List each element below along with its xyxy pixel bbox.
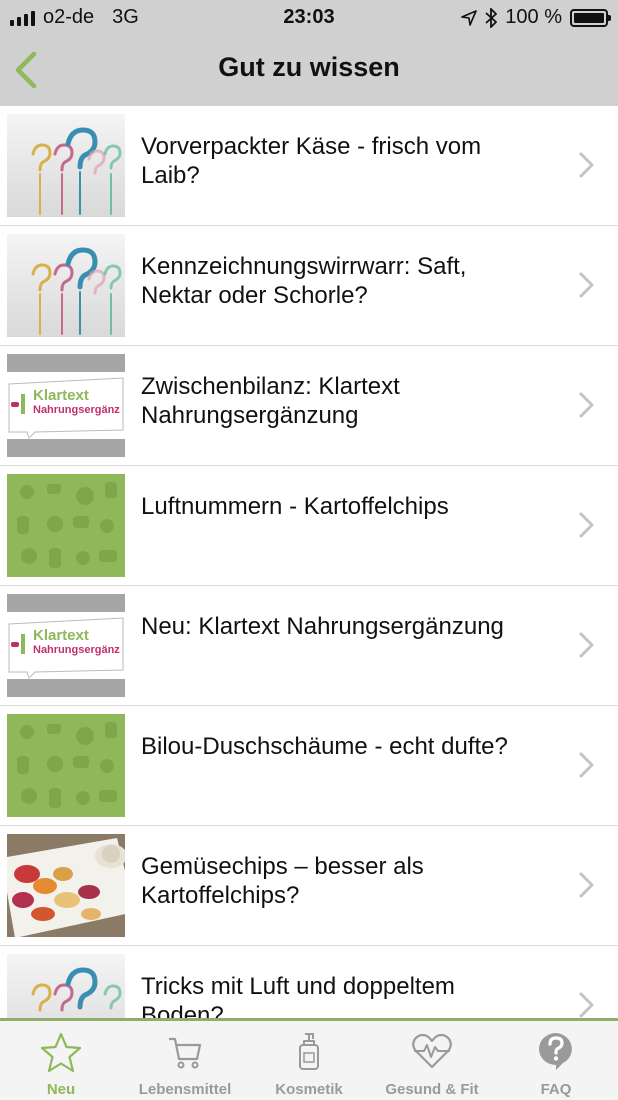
bluetooth-icon (485, 7, 498, 28)
star-icon (40, 1032, 82, 1073)
article-title: Vorverpackter Käse - frisch vom Laib? (141, 133, 482, 189)
tab-label: Kosmetik (275, 1081, 343, 1098)
pump-bottle-icon (299, 1033, 319, 1070)
chevron-right-icon (579, 392, 594, 418)
article-title: Neu: Klartext Nahrungsergänzung (141, 613, 504, 640)
tab-lebensmittel[interactable]: Lebensmittel (122, 1021, 248, 1100)
article-list[interactable]: Vorverpackter Käse - frisch vom Laib? Ke (0, 106, 618, 1020)
chevron-right-icon (579, 512, 594, 538)
list-item[interactable]: Klartext Nahrungsergänz Neu: Klartext Na… (0, 586, 618, 706)
tab-faq[interactable]: FAQ (494, 1021, 618, 1100)
klartext-logo-subtext: Nahrungsergänz (33, 404, 120, 416)
cart-icon (169, 1037, 202, 1069)
klartext-logo-text: Klartext (33, 627, 89, 644)
top-bar: o2-de 3G 23:03 100 % Gut zu wissen (0, 0, 618, 106)
question-marks-thumbnail (7, 234, 125, 337)
article-title: Gemüsechips – besser als Kartoffelchips? (141, 853, 424, 909)
tab-gesund-fit[interactable]: Gesund & Fit (370, 1021, 494, 1100)
status-bar: o2-de 3G 23:03 100 % (0, 0, 618, 36)
tab-neu[interactable]: Neu (0, 1021, 122, 1100)
tab-label: Gesund & Fit (385, 1081, 479, 1098)
question-marks-thumbnail (7, 114, 125, 217)
tab-kosmetik[interactable]: Kosmetik (248, 1021, 370, 1100)
chevron-right-icon (579, 152, 594, 178)
food-pattern-thumbnail (7, 714, 125, 817)
list-item[interactable]: Bilou-Duschschäume - echt dufte? (0, 706, 618, 826)
list-item[interactable]: Klartext Nahrungsergänz Zwischenbilanz: … (0, 346, 618, 466)
question-bubble-icon (539, 1033, 572, 1070)
article-title: Tricks mit Luft und doppeltem Boden? (141, 973, 455, 1020)
question-marks-thumbnail (7, 954, 125, 1020)
tab-label: Neu (46, 1081, 76, 1098)
page-title: Gut zu wissen (218, 52, 400, 82)
article-title: Zwischenbilanz: Klartext Nahrungsergänzu… (141, 373, 400, 429)
location-arrow-icon (461, 9, 478, 26)
chevron-right-icon (579, 872, 594, 898)
tab-label: Lebensmittel (138, 1081, 232, 1098)
list-item[interactable]: Tricks mit Luft und doppeltem Boden? (0, 946, 618, 1020)
battery-percentage: 100 % (505, 6, 562, 28)
klartext-thumbnail: Klartext Nahrungsergänz (7, 594, 125, 697)
chevron-right-icon (579, 752, 594, 778)
list-item[interactable]: Vorverpackter Käse - frisch vom Laib? (0, 106, 618, 226)
klartext-logo-text: Klartext (33, 387, 89, 404)
article-title: Luftnummern - Kartoffelchips (141, 493, 449, 520)
chevron-right-icon (579, 632, 594, 658)
navigation-bar: Gut zu wissen (0, 36, 618, 106)
list-item[interactable]: Luftnummern - Kartoffelchips (0, 466, 618, 586)
tab-label: FAQ (540, 1081, 572, 1098)
chevron-right-icon (579, 272, 594, 298)
article-title: Bilou-Duschschäume - echt dufte? (141, 733, 508, 760)
vegetable-chips-thumbnail (7, 834, 125, 937)
article-title: Kennzeichnungswirrwarr: Saft, Nektar ode… (141, 253, 467, 309)
battery-icon (570, 8, 611, 27)
food-pattern-thumbnail (7, 474, 125, 577)
heart-pulse-icon (412, 1033, 452, 1069)
list-item[interactable]: Gemüsechips – besser als Kartoffelchips? (0, 826, 618, 946)
klartext-logo-subtext: Nahrungsergänz (33, 644, 120, 656)
list-item[interactable]: Kennzeichnungswirrwarr: Saft, Nektar ode… (0, 226, 618, 346)
chevron-right-icon (579, 992, 594, 1018)
klartext-thumbnail: Klartext Nahrungsergänz (7, 354, 125, 457)
tab-bar: Neu Lebensmittel Kosmetik Gesund & Fit F… (0, 1018, 618, 1100)
